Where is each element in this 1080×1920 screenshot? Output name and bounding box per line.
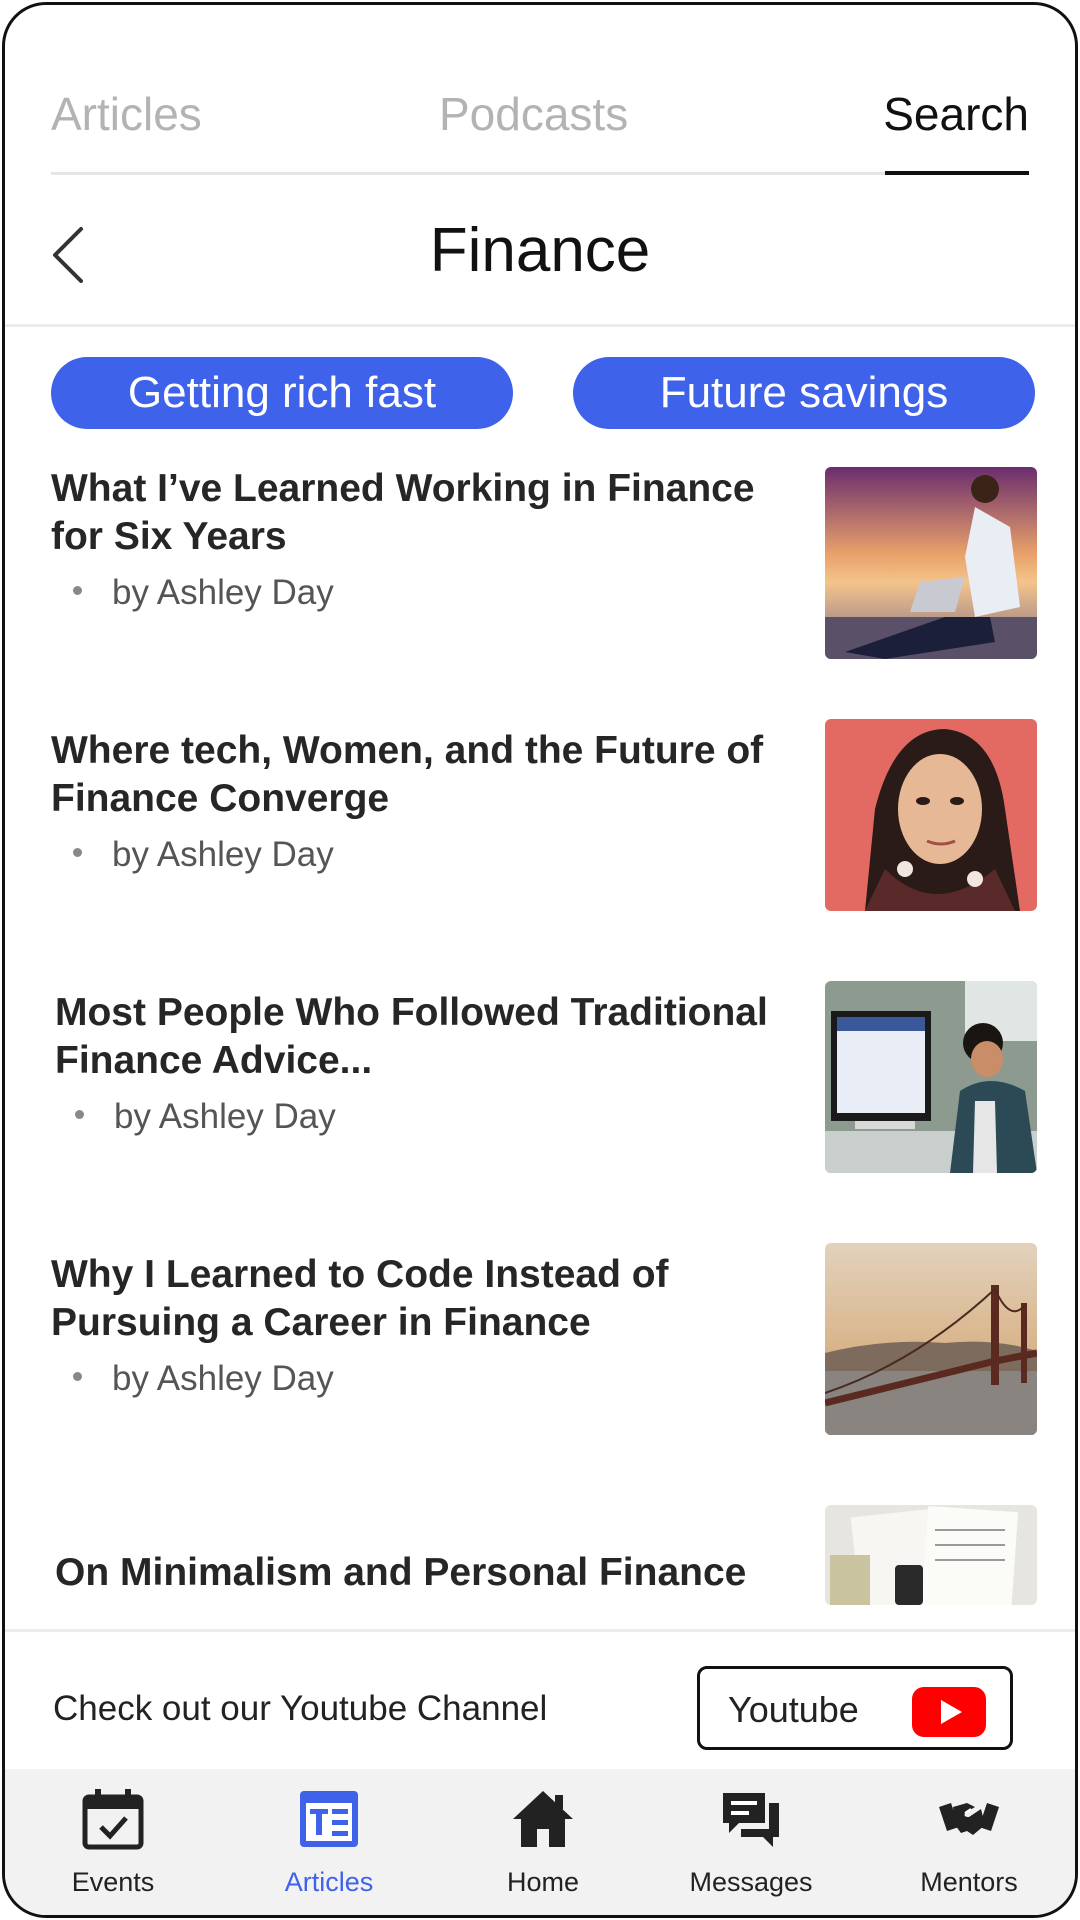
author-text: by Ashley Day <box>112 835 334 874</box>
nav-label: Events <box>71 1867 155 1897</box>
phone-frame: Articles Podcasts Search Finance Getting… <box>2 2 1078 1918</box>
article-thumbnail-man-desk[interactable] <box>825 981 1037 1173</box>
bullet-icon <box>73 848 82 858</box>
nav-label: Articles <box>284 1867 374 1897</box>
top-tab-bar: Articles Podcasts Search <box>51 65 1029 175</box>
article-icon <box>300 1791 358 1847</box>
home-icon <box>513 1791 573 1847</box>
chip-getting-rich-fast[interactable]: Getting rich fast <box>51 357 513 429</box>
article-author: by Ashley Day <box>73 835 334 875</box>
nav-events[interactable]: Events <box>13 1769 213 1915</box>
chat-bubbles-icon <box>723 1793 779 1847</box>
active-tab-indicator <box>885 171 1029 175</box>
article-title[interactable]: On Minimalism and Personal Finance <box>55 1549 795 1597</box>
article-item[interactable]: What I’ve Learned Working in Finance for… <box>5 465 1075 665</box>
youtube-play-icon <box>912 1687 986 1737</box>
article-item[interactable]: On Minimalism and Personal Finance <box>5 1505 1075 1605</box>
youtube-button[interactable]: Youtube <box>697 1666 1013 1750</box>
nav-label: Mentors <box>920 1867 1018 1897</box>
nav-messages[interactable]: Messages <box>651 1769 851 1915</box>
page-header: Finance <box>5 185 1075 327</box>
calendar-check-icon <box>82 1789 144 1850</box>
article-author: by Ashley Day <box>75 1097 336 1137</box>
article-title[interactable]: Most People Who Followed Traditional Fin… <box>55 989 795 1085</box>
bullet-icon <box>73 586 82 596</box>
article-title[interactable]: Where tech, Women, and the Future of Fin… <box>51 727 791 823</box>
nav-mentors[interactable]: Mentors <box>869 1769 1069 1915</box>
nav-home[interactable]: Home <box>443 1769 643 1915</box>
nav-label: Home <box>506 1867 580 1897</box>
youtube-button-label: Youtube <box>728 1689 859 1730</box>
youtube-banner: Check out our Youtube Channel Youtube <box>5 1629 1075 1779</box>
bullet-icon <box>73 1372 82 1382</box>
article-thumbnail-bridge[interactable] <box>825 1243 1037 1435</box>
article-thumbnail-woman-portrait[interactable] <box>825 719 1037 911</box>
tab-podcasts[interactable]: Podcasts <box>439 87 628 141</box>
author-text: by Ashley Day <box>112 573 334 612</box>
article-title[interactable]: What I’ve Learned Working in Finance for… <box>51 465 791 561</box>
article-title[interactable]: Why I Learned to Code Instead of Pursuin… <box>51 1251 791 1347</box>
author-text: by Ashley Day <box>112 1359 334 1398</box>
youtube-promo-text: Check out our Youtube Channel <box>53 1689 548 1728</box>
bullet-icon <box>75 1110 84 1120</box>
article-item[interactable]: Where tech, Women, and the Future of Fin… <box>5 719 1075 927</box>
tab-search[interactable]: Search <box>883 87 1029 141</box>
author-text: by Ashley Day <box>114 1097 336 1136</box>
nav-articles[interactable]: Articles <box>229 1769 429 1915</box>
article-list: What I’ve Learned Working in Finance for… <box>5 445 1075 1605</box>
tab-articles[interactable]: Articles <box>51 87 202 141</box>
bottom-navigation: Events Articles Home Messages Mentors <box>5 1769 1075 1915</box>
nav-label: Messages <box>689 1867 813 1897</box>
article-author: by Ashley Day <box>73 1359 334 1399</box>
chip-future-savings[interactable]: Future savings <box>573 357 1035 429</box>
handshake-icon <box>939 1803 999 1835</box>
article-item[interactable]: Most People Who Followed Traditional Fin… <box>5 981 1075 1189</box>
page-title: Finance <box>429 216 651 285</box>
article-item[interactable]: Why I Learned to Code Instead of Pursuin… <box>5 1243 1075 1451</box>
article-thumbnail-man-laptop[interactable] <box>825 467 1037 659</box>
article-thumbnail-tax-papers[interactable] <box>825 1505 1037 1605</box>
article-author: by Ashley Day <box>73 573 334 613</box>
